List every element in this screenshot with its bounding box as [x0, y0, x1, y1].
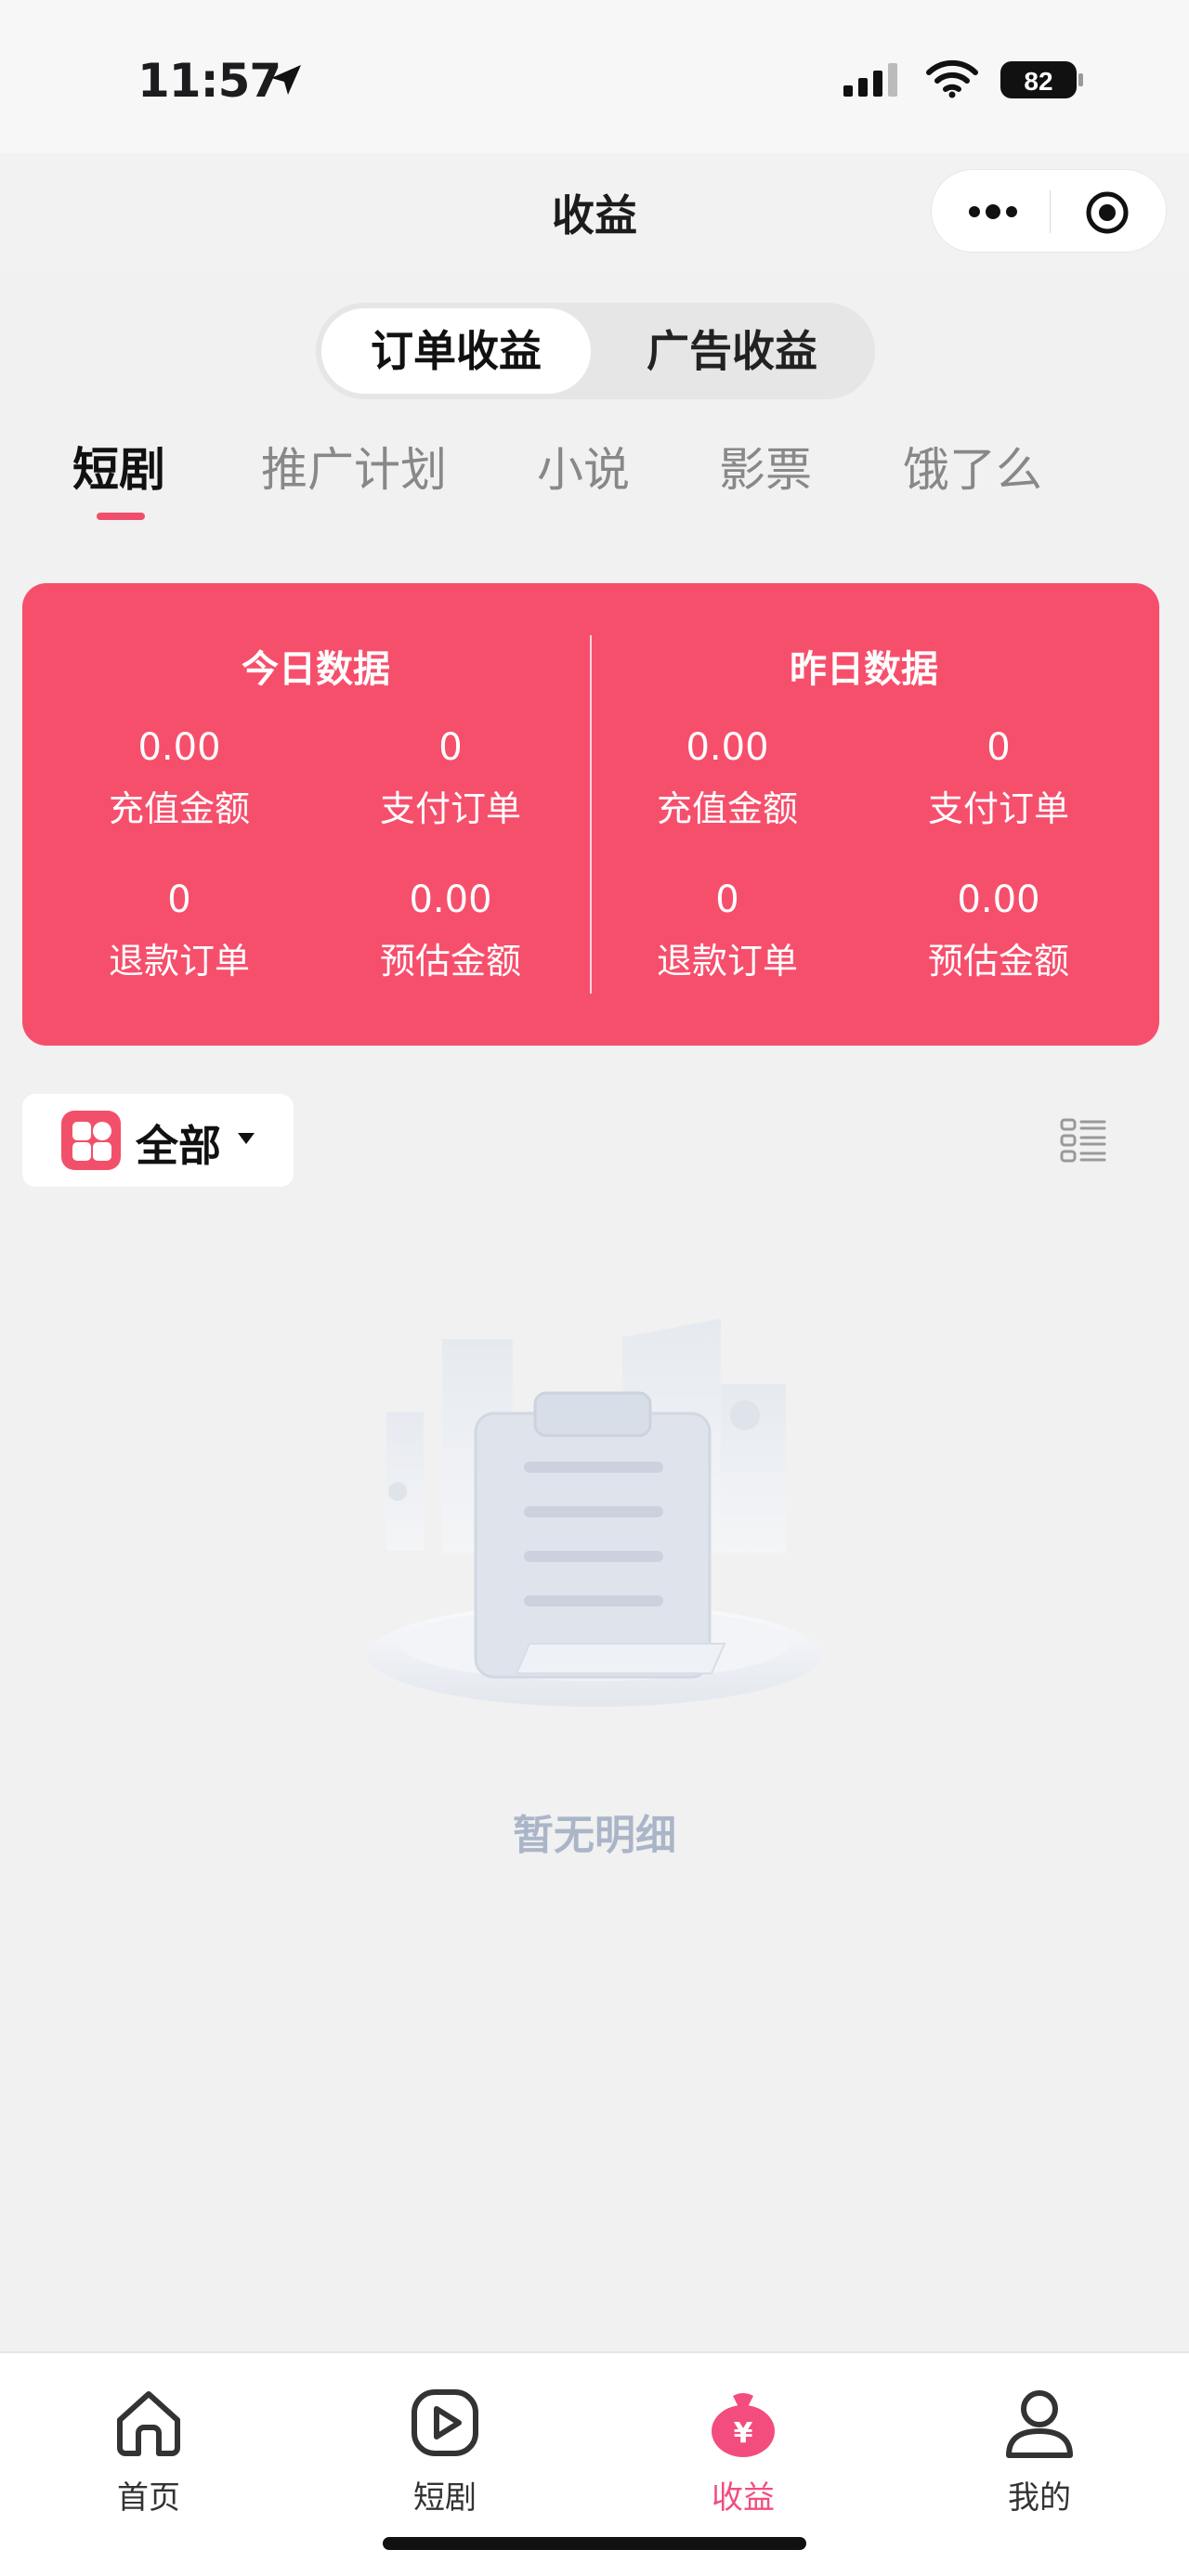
home-indicator [383, 2537, 806, 2550]
yesterday-data-title: 昨日数据 [790, 648, 938, 691]
active-tab-indicator [97, 513, 145, 520]
mini-program-capsule [931, 169, 1167, 253]
yesterday-refund-orders-label: 退款订单 [656, 941, 798, 982]
yesterday-refund-orders-value: 0 [715, 878, 739, 921]
capsule-divider [1050, 190, 1051, 233]
more-icon[interactable] [965, 193, 1021, 230]
today-data-title: 今日数据 [242, 648, 390, 691]
grid-icon [61, 1111, 121, 1170]
status-time: 11:57 [137, 54, 281, 108]
stats-card: 今日数据 昨日数据 0.00 充值金额 0 支付订单 0 退款订单 0.00 预… [22, 583, 1159, 1046]
today-recharge-label: 充值金额 [108, 788, 250, 829]
today-refund-orders-value: 0 [167, 878, 191, 921]
yesterday-estimated-label: 预估金额 [927, 941, 1069, 982]
play-icon [412, 2389, 478, 2456]
tabbar-revenue[interactable]: ¥ 收益 [650, 2385, 836, 2517]
yesterday-paid-orders-label: 支付订单 [927, 788, 1069, 829]
svg-text:¥: ¥ [734, 2417, 753, 2450]
caret-down-icon [238, 1133, 255, 1144]
tab-label-short-drama: 短剧 [413, 2479, 477, 2517]
wifi-icon [926, 59, 978, 98]
stats-divider [590, 635, 592, 994]
battery-icon: 82 [1000, 61, 1083, 98]
tab-short-drama[interactable]: 短剧 [72, 433, 165, 500]
revenue-segment: 订单收益 广告收益 [316, 303, 875, 399]
cellular-signal-icon [843, 63, 897, 97]
tab-label-revenue: 收益 [712, 2479, 775, 2517]
tab-novel[interactable]: 小说 [537, 433, 630, 500]
money-bag-icon: ¥ [712, 2393, 775, 2457]
list-view-icon[interactable] [1059, 1116, 1107, 1164]
tab-promotion-plan[interactable]: 推广计划 [261, 433, 447, 500]
empty-clipboard-illustration [368, 1319, 821, 1707]
empty-state-text: 暂无明细 [513, 1812, 676, 1859]
location-arrow-icon [271, 65, 301, 95]
today-paid-orders-label: 支付订单 [379, 788, 521, 829]
yesterday-recharge-value: 0.00 [686, 726, 769, 769]
segment-ad-revenue[interactable]: 广告收益 [594, 308, 869, 394]
tab-movie-ticket[interactable]: 影票 [719, 433, 812, 500]
filter-label: 全部 [136, 1121, 221, 1171]
yesterday-recharge-label: 充值金额 [656, 788, 798, 829]
yesterday-estimated-value: 0.00 [957, 878, 1040, 921]
today-paid-orders-value: 0 [438, 726, 463, 769]
tab-label-home: 首页 [117, 2479, 180, 2517]
segment-order-revenue[interactable]: 订单收益 [321, 308, 591, 394]
yesterday-paid-orders-value: 0 [986, 726, 1011, 769]
tab-label-mine: 我的 [1008, 2479, 1071, 2517]
tabbar-home[interactable]: 首页 [56, 2385, 242, 2517]
tab-eleme[interactable]: 饿了么 [903, 433, 1042, 500]
status-bar: 11:57 82 [0, 0, 1189, 153]
today-estimated-label: 预估金额 [379, 941, 521, 982]
filter-dropdown[interactable]: 全部 [22, 1094, 294, 1187]
today-recharge-value: 0.00 [137, 726, 221, 769]
tabbar-mine[interactable]: 我的 [947, 2385, 1132, 2517]
battery-level: 82 [1024, 67, 1052, 96]
today-estimated-value: 0.00 [409, 878, 492, 921]
user-icon [1006, 2390, 1073, 2458]
home-icon [117, 2391, 180, 2456]
today-refund-orders-label: 退款订单 [108, 941, 250, 982]
close-target-icon[interactable] [1084, 189, 1130, 236]
tabbar-short-drama[interactable]: 短剧 [352, 2385, 538, 2517]
